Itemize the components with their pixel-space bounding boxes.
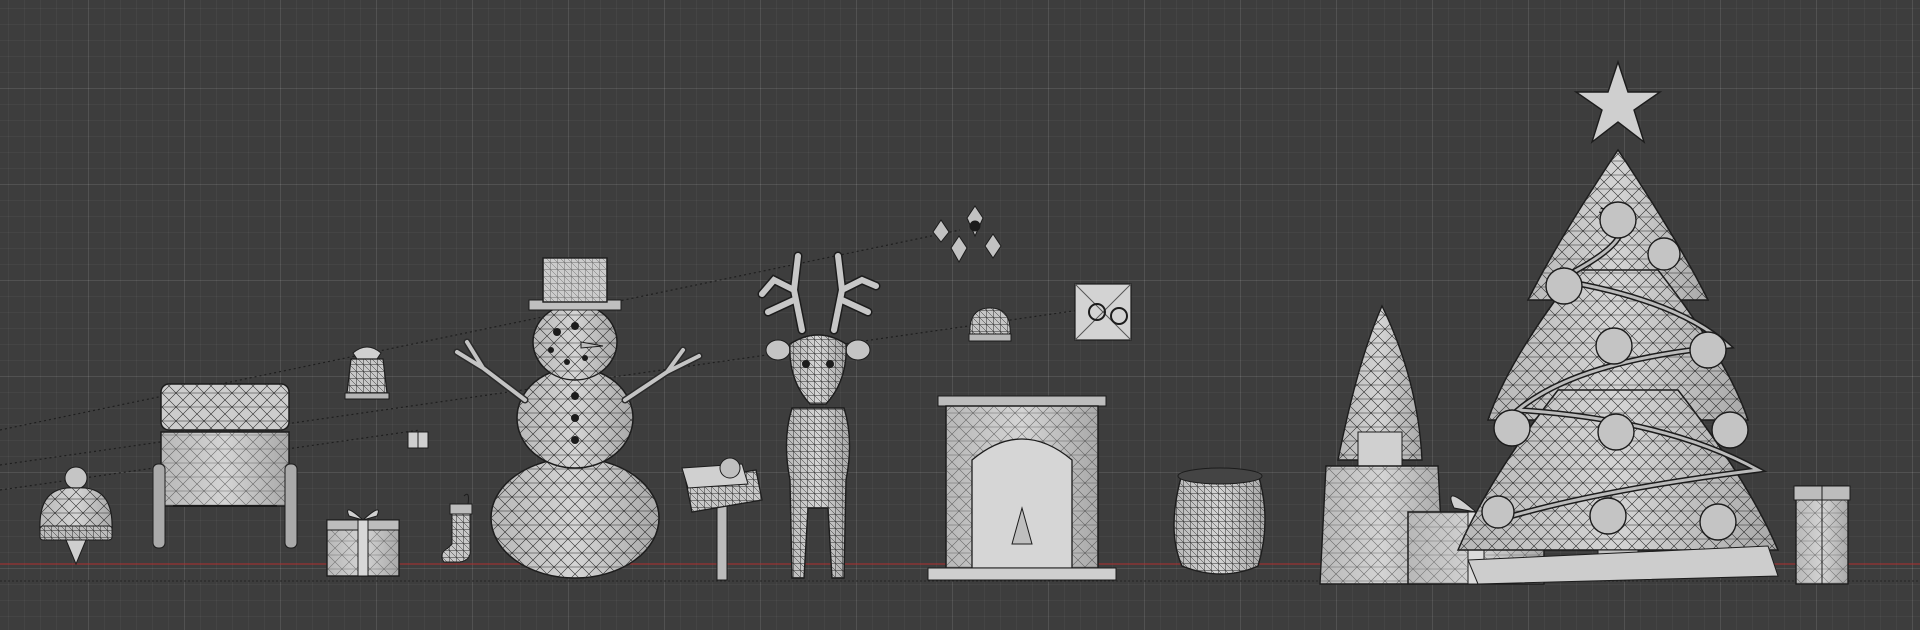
christmas-tree-icon[interactable] <box>1456 59 1780 585</box>
wreath-frame-icon[interactable] <box>1074 283 1132 341</box>
3d-viewport[interactable] <box>0 0 1920 630</box>
signpost-icon[interactable] <box>681 457 763 581</box>
scene-canvas[interactable] <box>0 0 1920 630</box>
gift-sack-icon[interactable] <box>1173 467 1266 575</box>
gift-box-icon[interactable] <box>326 509 400 577</box>
sleigh-icon[interactable] <box>152 383 298 549</box>
fireplace-icon[interactable] <box>927 395 1117 581</box>
beanie-hat-icon[interactable] <box>968 307 1012 342</box>
bell-icon[interactable] <box>344 346 390 400</box>
stocking-icon[interactable] <box>441 493 473 563</box>
beanie-hat-icon[interactable] <box>39 466 113 566</box>
snowman-icon[interactable] <box>453 257 703 579</box>
reindeer-icon[interactable] <box>757 251 881 579</box>
gift-box-icon[interactable] <box>1793 485 1851 585</box>
mini-gift-icon[interactable] <box>407 431 429 449</box>
ornament-icon[interactable] <box>932 205 1002 264</box>
